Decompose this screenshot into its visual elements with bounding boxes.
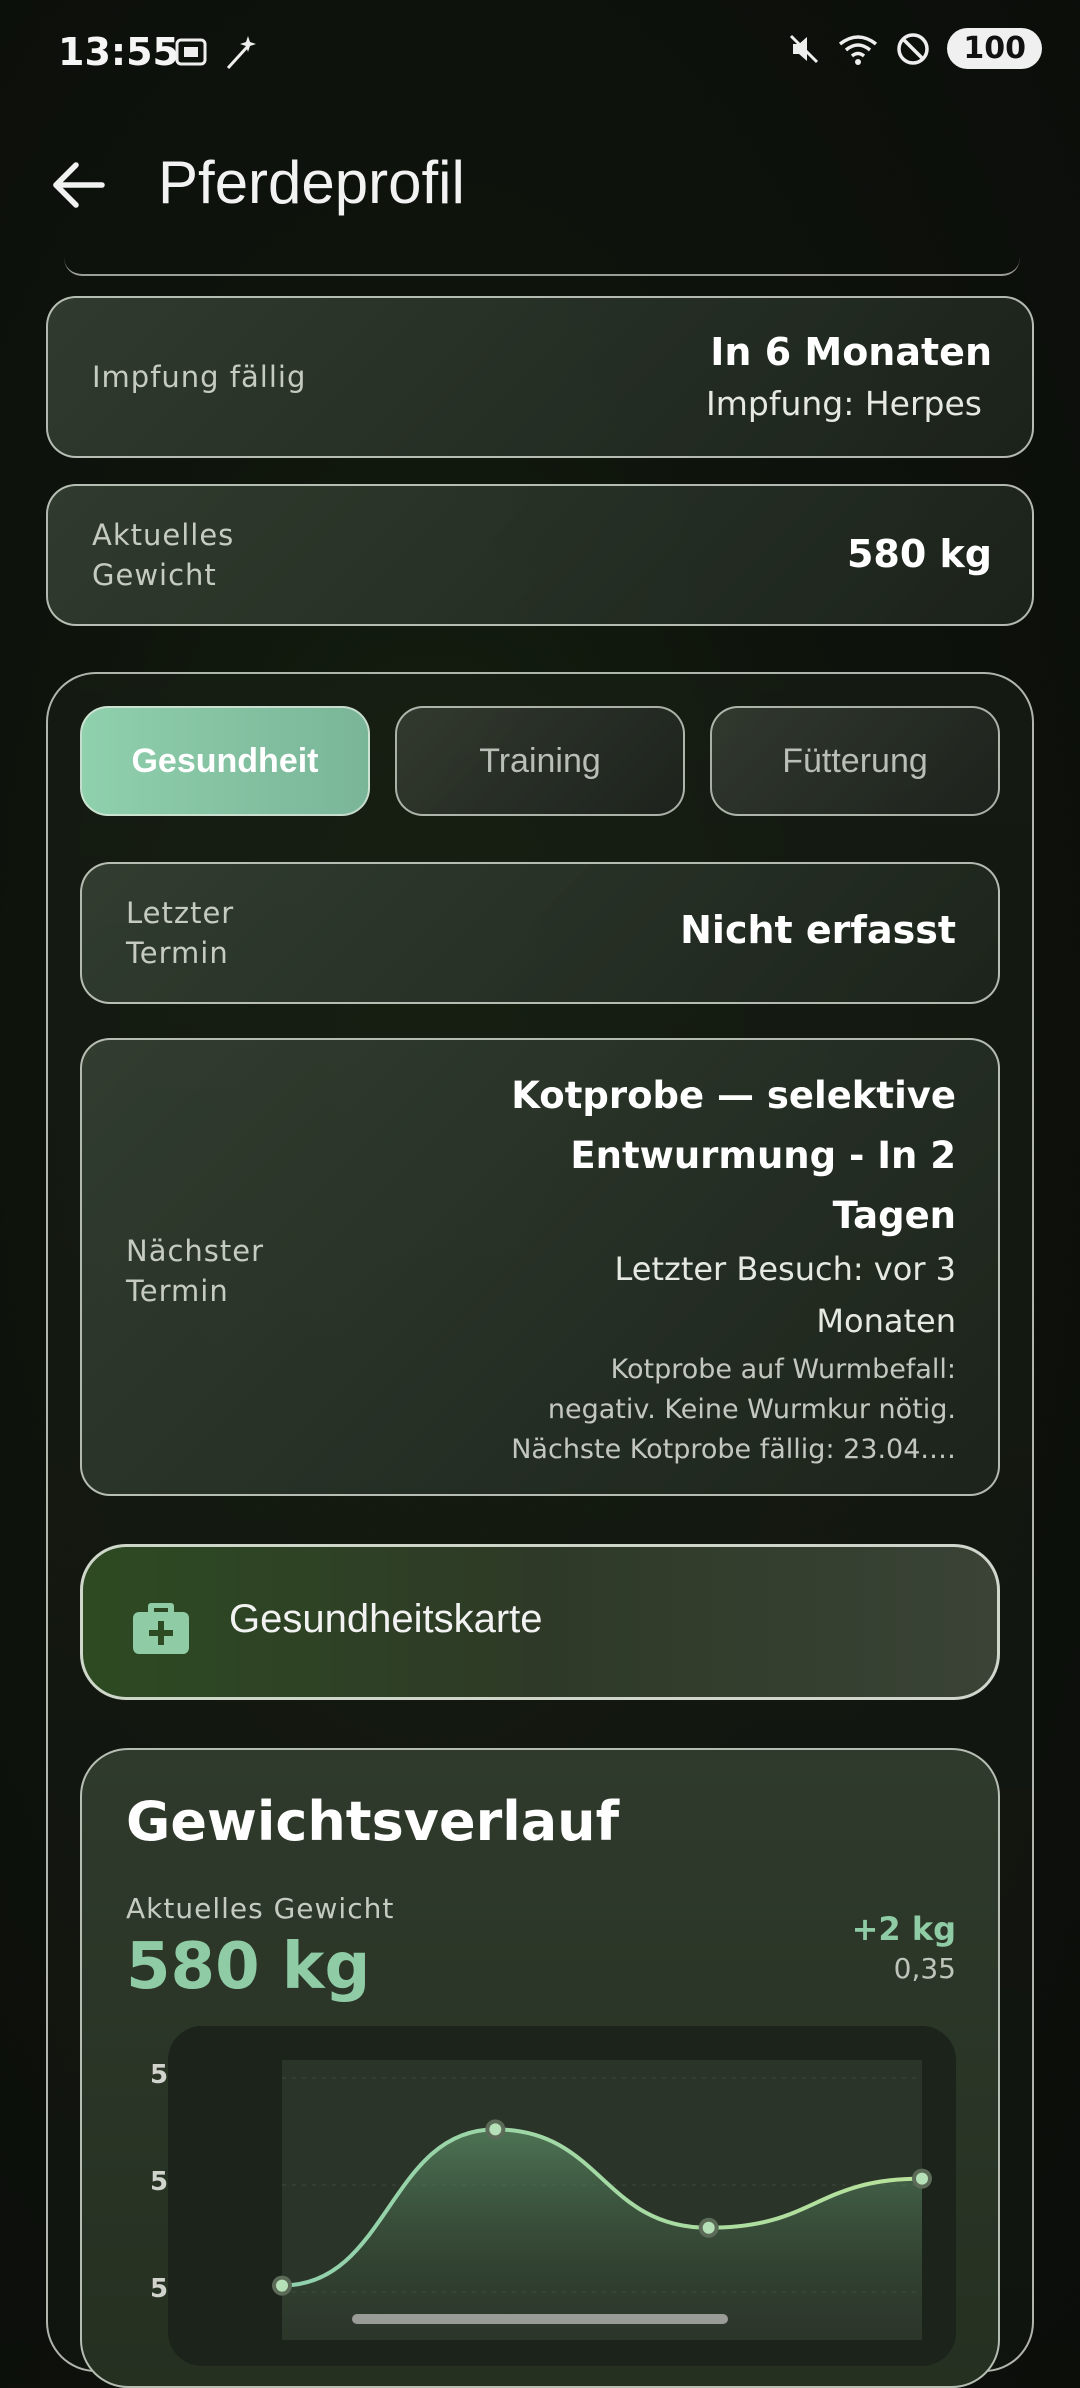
arrow-left-icon xyxy=(53,162,105,208)
weight-value: 580 kg xyxy=(846,532,992,576)
home-indicator xyxy=(352,2314,728,2324)
next-appointment-title-1: Kotprobe — selektive xyxy=(511,1074,956,1117)
status-bar: 13:55 100 xyxy=(0,0,1080,110)
app-bar: Pferdeprofil xyxy=(0,110,1080,250)
next-appointment-title-3: Tagen xyxy=(832,1194,956,1237)
magic-wand-icon xyxy=(226,36,256,70)
next-appointment-note-2: negativ. Keine Wurmkur nötig. xyxy=(547,1394,956,1425)
do-not-disturb-icon xyxy=(897,32,930,65)
weight-label-line1: Aktuelles xyxy=(92,518,235,552)
last-appointment-label-line2: Termin xyxy=(126,936,229,970)
last-appointment-label-line1: Letzter xyxy=(126,896,235,930)
next-appointment-label-line1: Nächster xyxy=(126,1234,265,1268)
status-icons-left xyxy=(172,34,258,72)
weight-delta: +2 kg xyxy=(851,1910,956,1948)
vaccination-detail: Impfung: Herpes xyxy=(706,384,982,423)
vaccination-label: Impfung fällig xyxy=(92,360,307,394)
tab-training[interactable]: Training xyxy=(395,706,685,816)
status-time: 13:55 xyxy=(58,30,179,74)
tab-health[interactable]: Gesundheit xyxy=(80,706,370,816)
next-appointment-note-1: Kotprobe auf Wurmbefall: xyxy=(610,1354,956,1385)
current-weight-value: 580 kg xyxy=(126,1930,371,2004)
weight-delta-sub: 0,35 xyxy=(893,1952,956,1985)
scrolled-card-edge xyxy=(64,258,1020,276)
next-appointment-note-3: Nächste Kotprobe fällig: 23.04.… xyxy=(511,1434,956,1465)
health-card-label: Gesundheitskarte xyxy=(229,1597,543,1641)
screenshot-icon xyxy=(175,38,207,66)
next-appointment-visit-2: Monaten xyxy=(816,1302,956,1340)
mute-icon xyxy=(790,34,819,63)
health-card-button[interactable]: Gesundheitskarte xyxy=(80,1544,1000,1700)
next-appointment-label-line2: Termin xyxy=(126,1274,229,1308)
wifi-icon xyxy=(839,34,878,65)
next-appointment-visit-1: Letzter Besuch: vor 3 xyxy=(614,1250,956,1288)
current-weight-label: Aktuelles Gewicht xyxy=(126,1892,395,1925)
next-appointment-title-2: Entwurmung - In 2 xyxy=(570,1134,956,1177)
weight-history-title: Gewichtsverlauf xyxy=(126,1790,620,1853)
weight-label-line2: Gewicht xyxy=(92,558,217,592)
last-appointment-value: Nicht erfasst xyxy=(680,908,956,952)
last-appointment-card: Letzter Termin Nicht erfasst xyxy=(80,862,1000,1004)
tab-feeding[interactable]: Fütterung xyxy=(710,706,1000,816)
vaccination-value: In 6 Monaten xyxy=(710,330,992,374)
battery-indicator: 100 xyxy=(947,28,1042,69)
back-button[interactable] xyxy=(44,150,114,220)
next-appointment-card: Nächster Termin Kotprobe — selektive Ent… xyxy=(80,1038,1000,1496)
first-aid-kit-icon xyxy=(133,1603,189,1654)
status-icons-right: 100 xyxy=(787,28,1042,69)
weight-card: Aktuelles Gewicht 580 kg xyxy=(46,484,1034,626)
page-title: Pferdeprofil xyxy=(158,149,465,216)
vaccination-card: Impfung fällig In 6 Monaten Impfung: Her… xyxy=(46,296,1034,458)
